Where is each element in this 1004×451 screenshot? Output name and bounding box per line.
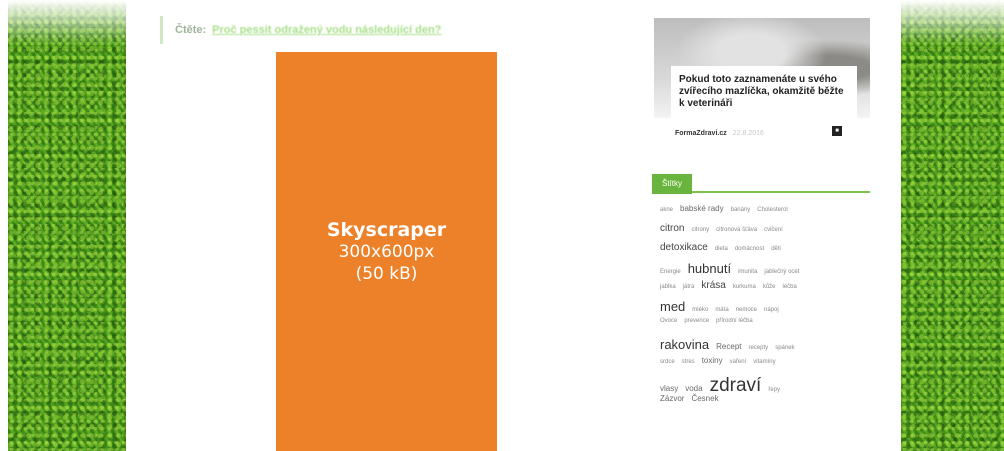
tag-link[interactable]: med [660,299,685,314]
tag-link[interactable]: řepy [768,387,780,393]
tag-line: srdce stres toxiny vaření vitamíny [660,356,866,375]
tags-section-title: Štítky [652,174,693,194]
tag-link[interactable]: spánek [775,345,794,351]
tag-link[interactable]: prevence [684,318,709,324]
tag-link[interactable]: nápoj [764,307,779,313]
tag-link[interactable]: kurkuma [733,284,756,290]
article-date: 22.8.2016 [732,129,764,137]
tag-line: akne babské rady banány Cholesterol [660,204,866,223]
tag-link[interactable]: imunita [738,269,757,275]
tag-link[interactable]: Energie [660,269,681,275]
tag-cloud: akne babské rady banány Cholesterol citron ci… [660,204,866,413]
tag-link[interactable]: kůže [763,284,776,290]
tag-link[interactable]: toxiny [702,356,723,365]
tag-link[interactable]: hubnutí [688,261,731,276]
sidebar: Pokud toto zaznamenáte u svého zvířecího… [652,0,870,451]
tag-line: med mléko máta nemoce nápoj [660,299,866,318]
tag-link[interactable]: Ovoce [660,318,677,324]
tag-line: Energie hubnutí imunita jablečný ocet [660,261,866,280]
tag-line: rakovina Recept recepty spánek [660,337,866,356]
tag-line: jablka játra krása kurkuma kůže léčba [660,280,866,299]
tag-link[interactable]: děti [771,246,781,252]
tag-link[interactable]: dieta [715,246,728,252]
read-also-link[interactable]: Proč pessit odražený vodu následující de… [212,24,441,36]
tag-link[interactable]: Česnek [691,394,718,403]
grass-background-right [901,0,1004,451]
article-meta: FormaZdravi.cz 22.8.2016 [675,127,855,139]
tag-link[interactable]: mléko [692,307,708,313]
tag-link[interactable]: krása [701,280,725,291]
tag-link[interactable]: voda [685,384,702,393]
tag-link[interactable]: cvičení [764,227,783,233]
read-label: Čtěte: [175,24,207,36]
tag-link[interactable]: vitamíny [753,359,775,365]
tag-link[interactable]: akne [660,207,673,213]
tag-link[interactable]: citronová šťáva [716,227,757,233]
tag-link[interactable]: vlasy [660,384,678,393]
article-author[interactable]: FormaZdravi.cz [675,130,727,137]
skyscraper-ad-placeholder[interactable]: Skyscraper 300x600px (50 kB) [276,52,497,451]
tag-link[interactable]: domácnost [735,246,764,252]
tag-link[interactable]: máta [715,307,728,313]
tag-link[interactable]: detoxikace [660,242,708,253]
tag-link[interactable]: recepty [749,345,769,351]
tag-line: detoxikace dieta domácnost děti [660,242,866,261]
tag-link[interactable]: jablka [660,284,676,290]
tag-link[interactable]: vaření [730,359,747,365]
tag-line: Zázvor Česnek [660,394,866,413]
ad-size: 300x600px [338,241,435,262]
tag-line: vlasy voda zdraví řepy [660,375,866,396]
tag-link[interactable]: Cholesterol [757,207,787,213]
tag-link[interactable]: léčba [783,284,797,290]
tag-link[interactable]: Zázvor [660,394,684,403]
tag-link[interactable]: srdce [660,359,675,365]
tag-link[interactable]: nemoce [736,307,757,313]
read-also-quote: Čtěte: Proč pessit odražený vodu následu… [160,16,441,44]
tag-link[interactable]: rakovina [660,337,709,352]
tag-link[interactable]: játra [683,284,695,290]
tag-link[interactable]: banány [731,207,751,213]
tag-link[interactable]: Recept [716,342,741,351]
ad-weight: (50 kB) [355,263,418,284]
article-card[interactable]: Pokud toto zaznamenáte u svého zvířecího… [671,66,857,126]
tags-section-header: Štítky [652,173,870,194]
tag-link[interactable]: citrony [691,227,709,233]
comment-icon[interactable]: ■ [832,126,842,136]
tag-link[interactable]: babské rady [680,204,724,213]
grass-background-left [8,0,126,451]
tag-link[interactable]: přírodní léčba [716,318,753,324]
tag-line: citron citrony citronová šťáva cvičení [660,223,866,242]
article-title[interactable]: Pokud toto zaznamenáte u svého zvířecího… [679,74,844,109]
tag-line: Ovoce prevence přírodní léčba [660,318,866,337]
tag-link[interactable]: stres [682,359,695,365]
tag-link[interactable]: jablečný ocet [764,269,799,275]
ad-title: Skyscraper [326,218,447,241]
tag-link[interactable]: citron [660,223,684,234]
